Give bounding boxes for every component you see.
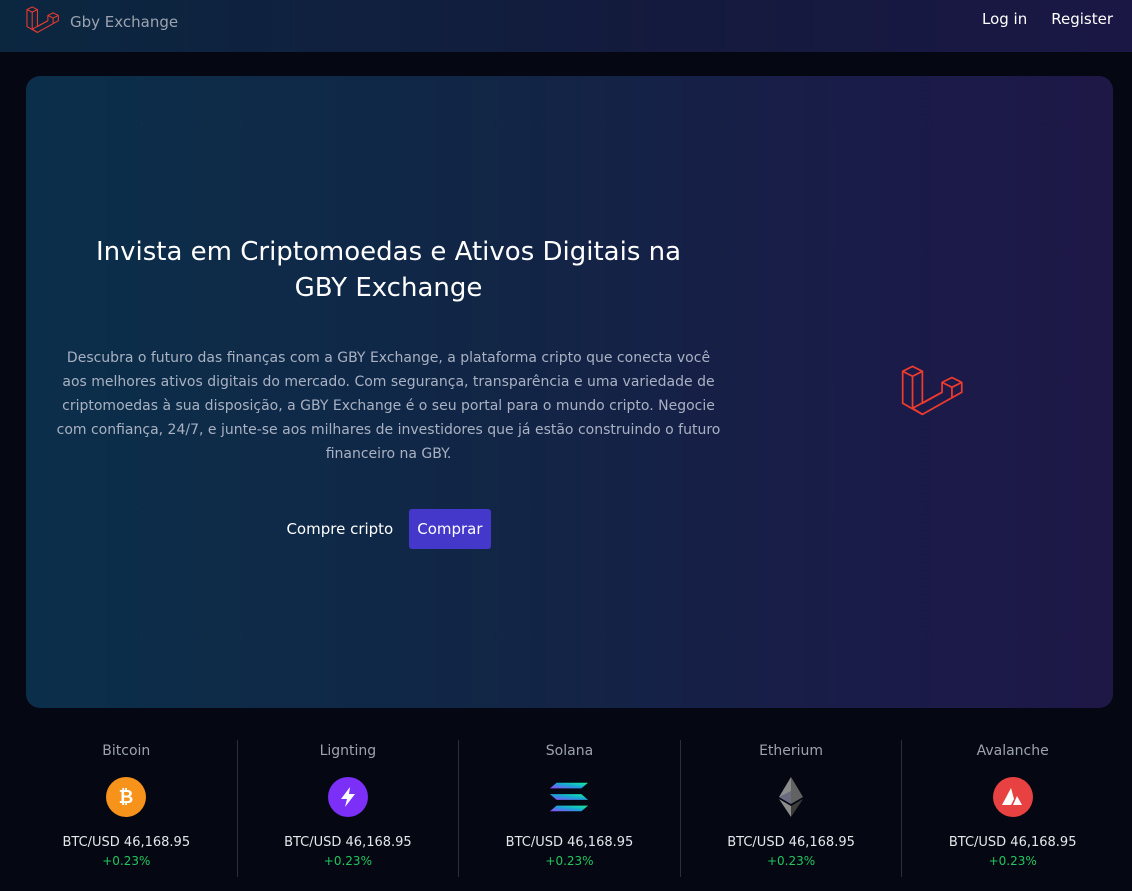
ticker-avalanche[interactable]: Avalanche BTC/USD 46,168.95 +0.23%: [902, 740, 1123, 877]
buy-button[interactable]: Comprar: [409, 509, 491, 549]
ticker-change: +0.23%: [766, 854, 816, 868]
login-link[interactable]: Log in: [982, 10, 1027, 28]
bitcoin-icon: ₿: [106, 777, 147, 817]
auth-links: Log in Register: [982, 10, 1113, 28]
ticker-change: +0.23%: [545, 854, 594, 868]
ticker-name: Etherium: [759, 743, 824, 759]
ticker-name: Avalanche: [976, 743, 1049, 759]
register-link[interactable]: Register: [1051, 10, 1113, 28]
ticker-change: +0.23%: [323, 854, 372, 868]
buy-crypto-text: Compre cripto: [286, 520, 394, 538]
solana-icon: [549, 777, 589, 817]
brand[interactable]: Gby Exchange: [25, 3, 178, 41]
ticker-ethereum[interactable]: Etherium BTC/USD 46,168.95 +0.23%: [681, 740, 903, 877]
ticker-price: BTC/USD 46,168.95: [62, 835, 191, 850]
ticker-price: BTC/USD 46,168.95: [284, 835, 412, 850]
ticker-price: BTC/USD 46,168.95: [948, 835, 1077, 850]
ticker-change: +0.23%: [102, 854, 151, 868]
ticker-solana[interactable]: Solana BTC/USD 46,168.95 +0.23%: [459, 740, 681, 877]
hero-actions: Compre cripto Comprar: [56, 509, 721, 549]
ticker-change: +0.23%: [988, 854, 1037, 868]
ticker-name: Solana: [545, 743, 594, 759]
hero-content: Invista em Criptomoedas e Ativos Digitai…: [56, 234, 721, 549]
avalanche-icon: [992, 777, 1033, 817]
laravel-logo-icon: [25, 3, 59, 41]
hero-section: Invista em Criptomoedas e Ativos Digitai…: [26, 76, 1113, 708]
top-navbar: Gby Exchange Log in Register: [0, 0, 1132, 52]
brand-name: Gby Exchange: [70, 13, 179, 31]
ticker-price: BTC/USD 46,168.95: [727, 835, 855, 850]
ticker-name: Lignting: [319, 743, 377, 759]
hero-description: Descubra o futuro das finanças com a GBY…: [56, 350, 721, 462]
hero-title: Invista em Criptomoedas e Ativos Digitai…: [95, 237, 682, 303]
ethereum-icon: [771, 777, 811, 817]
ticker-bitcoin[interactable]: Bitcoin ₿ BTC/USD 46,168.95 +0.23%: [16, 740, 238, 877]
ticker-name: Bitcoin: [102, 743, 151, 759]
crypto-tickers: Bitcoin ₿ BTC/USD 46,168.95 +0.23% Lignt…: [16, 740, 1123, 877]
ticker-lightning[interactable]: Lignting BTC/USD 46,168.95 +0.23%: [238, 740, 460, 877]
laravel-logo-icon: [899, 359, 963, 423]
svg-text:₿: ₿: [119, 787, 134, 808]
lightning-icon: [327, 777, 368, 817]
ticker-price: BTC/USD 46,168.95: [505, 835, 634, 850]
